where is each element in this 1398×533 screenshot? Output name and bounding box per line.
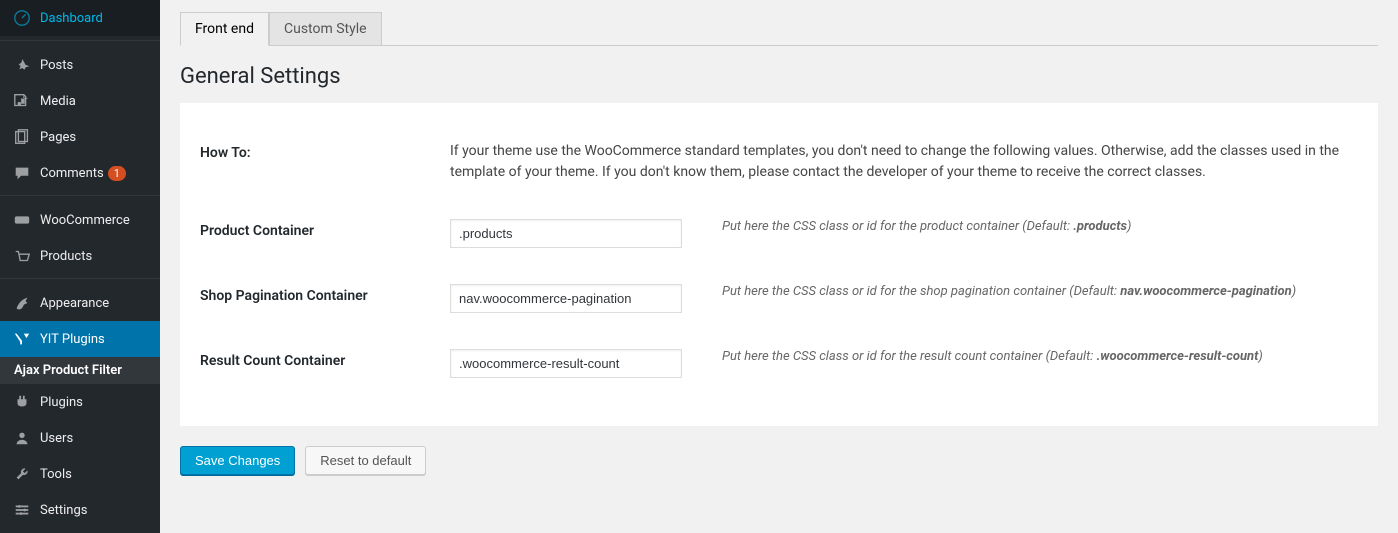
shop-pagination-desc: Put here the CSS class or id for the sho…: [722, 284, 1296, 299]
sidebar-item-plugins[interactable]: Plugins: [0, 384, 160, 420]
tab-bar: Front end Custom Style: [180, 12, 1378, 46]
products-icon: [12, 246, 32, 266]
sidebar-label: Tools: [40, 467, 72, 482]
sidebar-label: Pages: [40, 130, 76, 145]
sidebar-item-media[interactable]: Media: [0, 83, 160, 119]
sidebar-item-pages[interactable]: Pages: [0, 119, 160, 155]
result-count-input[interactable]: [450, 349, 682, 378]
howto-text: If your theme use the WooCommerce standa…: [450, 141, 1358, 183]
sidebar-item-comments[interactable]: Comments 1: [0, 155, 160, 191]
howto-label: How To:: [200, 141, 450, 183]
tools-icon: [12, 464, 32, 484]
row-howto: How To: If your theme use the WooCommerc…: [200, 123, 1358, 201]
tab-custom-style[interactable]: Custom Style: [269, 12, 382, 45]
comments-badge: 1: [108, 166, 126, 181]
sidebar-label: WooCommerce: [40, 213, 130, 228]
sidebar-item-tools[interactable]: Tools: [0, 456, 160, 492]
settings-icon: [12, 500, 32, 520]
media-icon: [12, 91, 32, 111]
row-shop-pagination: Shop Pagination Container Put here the C…: [200, 266, 1358, 331]
product-container-desc: Put here the CSS class or id for the pro…: [722, 219, 1131, 234]
sidebar-item-yit-plugins[interactable]: YIT Plugins: [0, 321, 160, 357]
sidebar-item-appearance[interactable]: Appearance: [0, 285, 160, 321]
sidebar-label: Posts: [40, 58, 73, 73]
sidebar-item-woocommerce[interactable]: WooCommerce: [0, 202, 160, 238]
appearance-icon: [12, 293, 32, 313]
users-icon: [12, 428, 32, 448]
row-result-count: Result Count Container Put here the CSS …: [200, 331, 1358, 396]
sidebar-item-users[interactable]: Users: [0, 420, 160, 456]
sidebar-label: Appearance: [40, 296, 109, 311]
product-container-input[interactable]: [450, 219, 682, 248]
sidebar-label: Users: [40, 431, 73, 446]
section-title: General Settings: [180, 64, 1378, 89]
sidebar-item-posts[interactable]: Posts: [0, 47, 160, 83]
pages-icon: [12, 127, 32, 147]
sidebar-submenu-ajax-filter[interactable]: Ajax Product Filter: [0, 357, 160, 384]
shop-pagination-label: Shop Pagination Container: [200, 284, 450, 313]
sidebar-item-products[interactable]: Products: [0, 238, 160, 274]
woo-icon: [12, 210, 32, 230]
action-buttons: Save Changes Reset to default: [180, 446, 1378, 475]
sidebar-label: YIT Plugins: [40, 332, 105, 347]
result-count-desc: Put here the CSS class or id for the res…: [722, 349, 1263, 364]
sidebar-label: Plugins: [40, 395, 83, 410]
save-button[interactable]: Save Changes: [180, 446, 295, 475]
sidebar-label: Media: [40, 94, 76, 109]
tab-front-end[interactable]: Front end: [180, 12, 269, 46]
sidebar-item-settings[interactable]: Settings: [0, 492, 160, 528]
sidebar-label: Products: [40, 249, 92, 264]
settings-panel: How To: If your theme use the WooCommerc…: [180, 103, 1378, 426]
dashboard-icon: [12, 8, 32, 28]
sidebar-label: Settings: [40, 503, 87, 518]
main-content: Front end Custom Style General Settings …: [160, 0, 1398, 533]
sidebar-label: Dashboard: [40, 11, 103, 26]
admin-sidebar: Dashboard Posts Media Pages Comments 1 W…: [0, 0, 160, 533]
plugins-icon: [12, 392, 32, 412]
sidebar-label: Comments: [40, 166, 104, 181]
product-container-label: Product Container: [200, 219, 450, 248]
row-product-container: Product Container Put here the CSS class…: [200, 201, 1358, 266]
comments-icon: [12, 163, 32, 183]
yit-icon: [12, 329, 32, 349]
reset-button[interactable]: Reset to default: [305, 446, 426, 475]
result-count-label: Result Count Container: [200, 349, 450, 378]
pin-icon: [12, 55, 32, 75]
shop-pagination-input[interactable]: [450, 284, 682, 313]
sidebar-item-dashboard[interactable]: Dashboard: [0, 0, 160, 36]
